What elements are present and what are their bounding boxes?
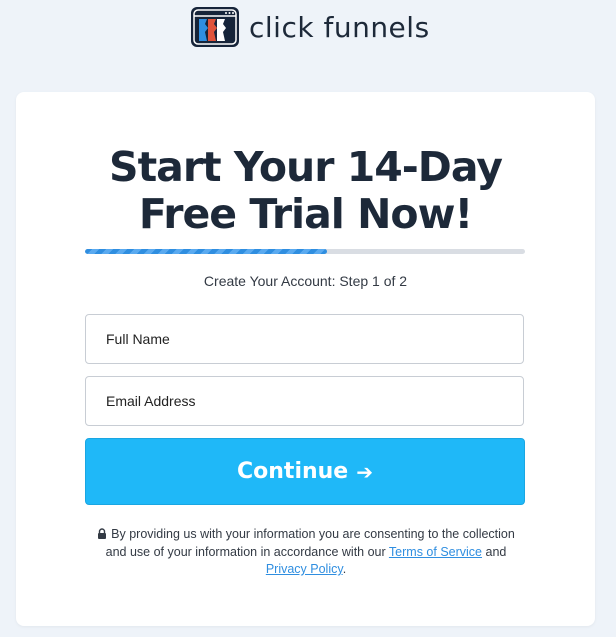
headline-line-2: Free Trial Now! xyxy=(138,190,473,238)
clickfunnels-logo[interactable]: click funnels xyxy=(191,6,430,48)
full-name-field[interactable] xyxy=(85,314,524,364)
lock-icon xyxy=(97,527,107,544)
progress-fill xyxy=(85,249,327,254)
disclaimer-and: and xyxy=(485,545,507,559)
privacy-disclaimer: By providing us with your information yo… xyxy=(86,526,526,578)
email-field[interactable] xyxy=(85,376,524,426)
continue-label: Continue xyxy=(237,459,349,484)
headline-line-1: Start Your 14-Day xyxy=(109,143,503,191)
email-input[interactable] xyxy=(86,377,523,425)
continue-button[interactable]: Continue ➔ xyxy=(85,438,525,505)
full-name-input[interactable] xyxy=(86,315,523,363)
step-indicator: Create Your Account: Step 1 of 2 xyxy=(203,273,408,289)
signup-card: Start Your 14-Day Free Trial Now! Create… xyxy=(16,92,595,626)
clickfunnels-logo-icon xyxy=(191,7,239,47)
privacy-policy-link[interactable]: Privacy Policy xyxy=(266,562,343,576)
terms-of-service-link[interactable]: Terms of Service xyxy=(389,545,482,559)
brand-name: click funnels xyxy=(249,10,430,44)
arrow-right-icon: ➔ xyxy=(356,459,373,484)
signup-progress-bar xyxy=(85,249,525,254)
disclaimer-end: . xyxy=(342,562,347,576)
page-title: Start Your 14-Day Free Trial Now! xyxy=(16,144,595,238)
